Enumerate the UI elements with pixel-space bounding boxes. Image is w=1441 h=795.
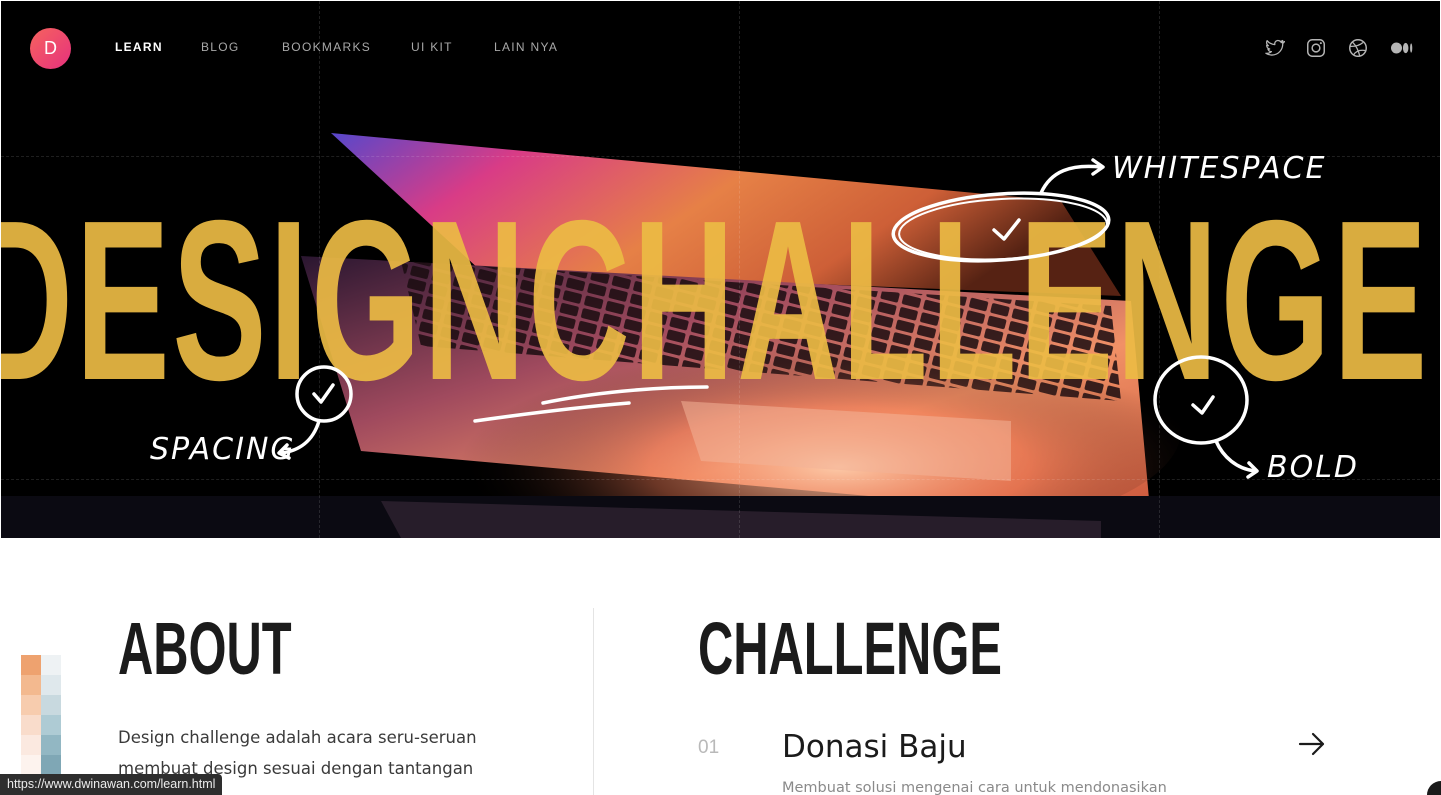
nav-link-blog[interactable]: BLOG — [201, 40, 240, 54]
nav-link-learn[interactable]: LEARN — [115, 40, 163, 54]
annotation-bold: BOLD — [1267, 450, 1360, 485]
section-divider — [593, 608, 594, 795]
swatch — [21, 695, 41, 715]
challenge-item-description: Membuat solusi mengenai cara untuk mendo… — [782, 780, 1167, 795]
swatch — [41, 655, 61, 675]
nav-link-bookmarks[interactable]: BOOKMARKS — [282, 40, 371, 54]
nav-link-ui-kit[interactable]: UI KIT — [411, 40, 453, 54]
swatch — [41, 755, 61, 775]
annotation-spacing: SPACING — [150, 432, 296, 467]
swatch — [41, 695, 61, 715]
swatch — [21, 755, 41, 775]
arrow-right-icon[interactable] — [1298, 731, 1326, 757]
twitter-icon[interactable] — [1263, 37, 1285, 59]
swatch — [21, 675, 41, 695]
swatch — [21, 715, 41, 735]
top-navigation: D LEARN BLOG BOOKMARKS UI KIT LAIN NYA — [0, 0, 1441, 96]
hero-title: DESIGNCHALLENGE — [1, 174, 1430, 428]
about-text-line: Design challenge adalah acara seru-serua… — [118, 728, 477, 747]
annotation-whitespace: WHITESPACE — [1112, 151, 1327, 186]
challenge-number: 01 — [698, 737, 720, 758]
nav-link-lain-nya[interactable]: LAIN NYA — [494, 40, 558, 54]
window-corner — [1427, 781, 1441, 795]
challenge-title: CHALLENGE — [698, 607, 1002, 690]
dribbble-icon[interactable] — [1347, 37, 1369, 59]
swatch — [41, 675, 61, 695]
site-logo[interactable]: D — [30, 28, 71, 69]
swatch — [21, 735, 41, 755]
medium-icon[interactable] — [1390, 37, 1414, 59]
swatch — [41, 735, 61, 755]
grid-line — [1, 479, 1440, 480]
about-title: ABOUT — [118, 607, 292, 690]
status-bar-url: https://www.dwinawan.com/learn.html — [0, 774, 223, 795]
swatch — [41, 715, 61, 735]
swatch — [21, 655, 41, 675]
instagram-icon[interactable] — [1305, 37, 1327, 59]
challenge-item-title[interactable]: Donasi Baju — [782, 729, 967, 765]
